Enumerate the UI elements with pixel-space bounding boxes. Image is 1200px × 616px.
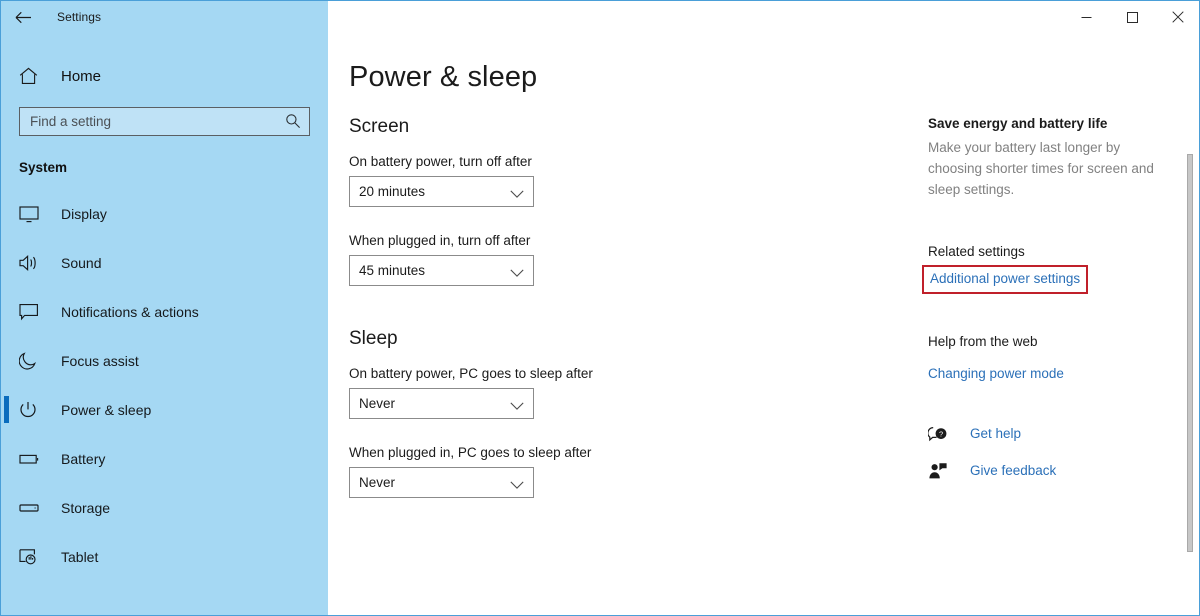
- screen-battery-label: On battery power, turn off after: [349, 154, 532, 169]
- sidebar-item-power-and-sleep[interactable]: Power & sleep: [1, 385, 328, 434]
- sidebar-category-label: System: [19, 160, 68, 175]
- panel-gap: [928, 383, 1180, 419]
- power-icon: [19, 401, 45, 419]
- close-icon: [1172, 11, 1184, 23]
- sidebar-item-display-label: Display: [61, 205, 107, 222]
- chevron-down-icon: [510, 398, 524, 416]
- speaker-icon: [19, 254, 45, 272]
- title-bar: Settings: [1, 1, 1199, 33]
- screen-plugged-label: When plugged in, turn off after: [349, 233, 531, 248]
- give-feedback-row[interactable]: Give feedback: [928, 456, 1180, 485]
- additional-power-settings-link[interactable]: Additional power settings: [930, 271, 1080, 286]
- app-title: Settings: [57, 10, 102, 24]
- minimize-icon: [1081, 12, 1092, 23]
- back-arrow-icon: [15, 11, 32, 24]
- moon-icon: [19, 351, 45, 370]
- get-help-row[interactable]: ? Get help: [928, 419, 1180, 448]
- sidebar-item-notifications[interactable]: Notifications & actions: [1, 287, 328, 336]
- screen-battery-value: 20 minutes: [359, 184, 426, 199]
- home-icon: [19, 67, 45, 85]
- give-feedback-label: Give feedback: [970, 463, 1057, 478]
- sleep-plugged-label: When plugged in, PC goes to sleep after: [349, 445, 592, 460]
- maximize-button[interactable]: [1109, 1, 1155, 33]
- sleep-plugged-value: Never: [359, 475, 396, 490]
- page-title: Power & sleep: [349, 61, 538, 93]
- sleep-battery-dropdown[interactable]: Never: [349, 388, 534, 419]
- help-from-web-heading: Help from the web: [928, 334, 1038, 349]
- save-energy-description: Make your battery last longer by choosin…: [928, 140, 1154, 197]
- sleep-plugged-dropdown[interactable]: Never: [349, 467, 534, 498]
- sidebar-item-battery-label: Battery: [61, 450, 106, 467]
- sleep-section: Sleep On battery power, PC goes to sleep…: [349, 328, 928, 498]
- sidebar: Home System Display: [1, 33, 328, 615]
- sidebar-item-home[interactable]: Home: [1, 59, 328, 93]
- sleep-battery-label: On battery power, PC goes to sleep after: [349, 366, 593, 381]
- title-bar-left-region: Settings: [1, 1, 328, 33]
- sidebar-item-power-and-sleep-label: Power & sleep: [61, 401, 152, 418]
- save-energy-heading: Save energy and battery life: [928, 116, 1108, 131]
- feedback-person-icon: [928, 462, 950, 480]
- screen-battery-dropdown[interactable]: 20 minutes: [349, 176, 534, 207]
- right-info-panel: Save energy and battery life Make your b…: [922, 116, 1180, 524]
- search-input[interactable]: [19, 107, 310, 136]
- search-icon[interactable]: [285, 113, 301, 134]
- monitor-icon: [19, 205, 45, 223]
- settings-window: Settings Home Find a setting System Disp…: [0, 0, 1200, 616]
- chevron-down-icon: [510, 477, 524, 495]
- back-button[interactable]: [1, 1, 45, 33]
- sidebar-nav: Display Sound Notifications & actions Fo…: [1, 189, 328, 581]
- notification-icon: [19, 303, 45, 321]
- main-content: Power & sleep Screen On battery power, t…: [328, 33, 1199, 615]
- screen-section: Screen On battery power, turn off after …: [349, 116, 928, 286]
- close-button[interactable]: [1155, 1, 1199, 33]
- screen-plugged-value: 45 minutes: [359, 263, 426, 278]
- sidebar-item-sound-label: Sound: [61, 254, 102, 271]
- settings-column: Screen On battery power, turn off after …: [328, 116, 928, 524]
- storage-icon: [19, 502, 45, 514]
- chevron-down-icon: [510, 186, 524, 204]
- sidebar-item-tablet-label: Tablet: [61, 548, 99, 565]
- content-columns: Screen On battery power, turn off after …: [328, 116, 1199, 524]
- sidebar-item-storage-label: Storage: [61, 499, 111, 516]
- sleep-section-heading: Sleep: [349, 328, 398, 349]
- panel-gap: [928, 200, 1180, 244]
- get-help-label: Get help: [970, 426, 1022, 441]
- highlight-box: Additional power settings: [922, 265, 1089, 294]
- scrollbar-track[interactable]: [1186, 34, 1197, 615]
- sidebar-item-storage[interactable]: Storage: [1, 483, 328, 532]
- battery-icon: [19, 452, 45, 466]
- maximize-icon: [1126, 11, 1138, 23]
- sidebar-item-focus-assist-label: Focus assist: [61, 352, 139, 369]
- search-container: [19, 107, 310, 136]
- changing-power-mode-link[interactable]: Changing power mode: [928, 366, 1064, 381]
- sidebar-item-tablet[interactable]: Tablet: [1, 532, 328, 581]
- sidebar-item-focus-assist[interactable]: Focus assist: [1, 336, 328, 385]
- svg-text:?: ?: [939, 429, 943, 438]
- sidebar-item-battery[interactable]: Battery: [1, 434, 328, 483]
- sidebar-item-sound[interactable]: Sound: [1, 238, 328, 287]
- screen-section-heading: Screen: [349, 116, 410, 137]
- sidebar-item-display[interactable]: Display: [1, 189, 328, 238]
- sleep-battery-value: Never: [359, 396, 396, 411]
- help-bubble-icon: ?: [928, 425, 950, 443]
- sidebar-item-notifications-label: Notifications & actions: [61, 303, 199, 320]
- panel-gap: [928, 290, 1180, 334]
- sidebar-item-home-label: Home: [61, 67, 102, 85]
- screen-plugged-dropdown[interactable]: 45 minutes: [349, 255, 534, 286]
- minimize-button[interactable]: [1063, 1, 1109, 33]
- related-settings-heading: Related settings: [928, 244, 1025, 259]
- tablet-icon: [19, 548, 45, 566]
- chevron-down-icon: [510, 265, 524, 283]
- window-controls: [1063, 1, 1199, 33]
- additional-power-settings-wrapper: Additional power settings: [922, 265, 1180, 294]
- scrollbar-thumb[interactable]: [1187, 154, 1193, 552]
